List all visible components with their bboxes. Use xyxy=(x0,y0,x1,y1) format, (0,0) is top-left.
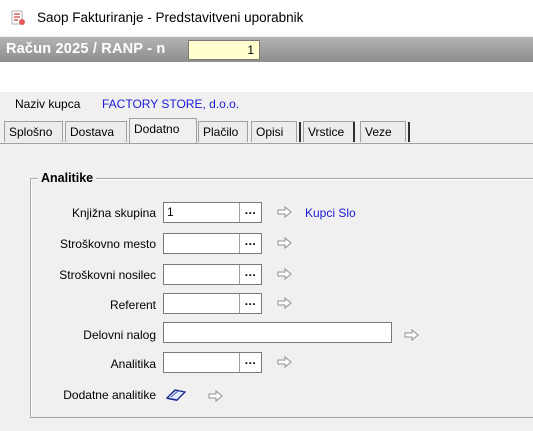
referent-browse-button[interactable]: ... xyxy=(239,294,261,313)
referent-input[interactable]: ... xyxy=(163,293,262,314)
field-label-analitika: Analitika xyxy=(110,357,156,371)
field-label-stroskovno-mesto: Stroškovno mesto xyxy=(59,237,156,251)
customer-label: Naziv kupca xyxy=(15,97,81,111)
field-label-dodatne-analitike: Dodatne analitike xyxy=(63,388,156,402)
hand-pointer-icon[interactable] xyxy=(403,326,421,344)
window-titlebar: Saop Fakturiranje - Predstavitveni upora… xyxy=(0,0,533,36)
tab-label: Vrstice xyxy=(308,125,345,139)
field-label-referent: Referent xyxy=(109,298,156,312)
delovni-nalog-input[interactable] xyxy=(163,322,392,343)
tab-label: Veze xyxy=(365,125,392,139)
document-header: Račun 2025 / RANP - n 1 xyxy=(0,37,533,62)
group-title: Analitike xyxy=(38,171,97,185)
tab-separator xyxy=(353,122,355,142)
tab-vrstice[interactable]: Vrstice xyxy=(303,121,355,142)
knjizna-skupina-value: 1 xyxy=(167,205,174,219)
tab-label: Splošno xyxy=(9,125,53,139)
analitika-browse-button[interactable]: ... xyxy=(239,353,261,372)
tab-label: Dostava xyxy=(70,125,115,139)
document-title: Račun 2025 / RANP - n xyxy=(6,41,166,57)
tab-opisi[interactable]: Opisi xyxy=(251,121,297,142)
tab-label: Plačilo xyxy=(203,125,239,139)
hand-pointer-icon[interactable] xyxy=(207,387,225,405)
hand-pointer-icon[interactable] xyxy=(276,294,294,312)
knjizna-skupina-input[interactable]: 1 ... xyxy=(163,202,262,223)
tab-dostava[interactable]: Dostava xyxy=(65,121,127,142)
field-label-delovni-nalog: Delovni nalog xyxy=(83,328,156,342)
document-number-field[interactable]: 1 xyxy=(188,40,260,60)
tab-veze[interactable]: Veze xyxy=(360,121,406,142)
field-label-knjizna-skupina: Knjižna skupina xyxy=(71,206,156,220)
tab-label: Dodatno xyxy=(134,122,180,136)
tab-separator xyxy=(299,122,301,142)
field-label-stroskovni-nosilec: Stroškovni nosilec xyxy=(59,268,156,282)
hand-pointer-icon[interactable] xyxy=(276,234,294,252)
tab-separator xyxy=(408,122,410,142)
tab-splosno[interactable]: Splošno xyxy=(4,121,63,142)
hand-pointer-icon[interactable] xyxy=(276,265,294,283)
tab-label: Opisi xyxy=(256,125,284,139)
window-title: Saop Fakturiranje - Predstavitveni upora… xyxy=(37,10,304,25)
hand-pointer-icon[interactable] xyxy=(276,353,294,371)
stroskovni-nosilec-browse-button[interactable]: ... xyxy=(239,265,261,284)
analitika-input[interactable]: ... xyxy=(163,352,262,373)
customer-name: FACTORY STORE, d.o.o. xyxy=(102,97,240,111)
hand-pointer-icon[interactable] xyxy=(276,203,294,221)
stroskovni-nosilec-input[interactable]: ... xyxy=(163,264,262,285)
tab-dodatno[interactable]: Dodatno xyxy=(129,118,197,143)
knjizna-skupina-browse-button[interactable]: ... xyxy=(239,203,261,222)
stroskovno-mesto-browse-button[interactable]: ... xyxy=(239,234,261,253)
knjizna-skupina-link[interactable]: Kupci Slo xyxy=(305,206,356,220)
header-spacer xyxy=(0,62,533,92)
book-icon[interactable] xyxy=(165,386,187,402)
tab-baseline xyxy=(0,143,533,144)
stroskovno-mesto-input[interactable]: ... xyxy=(163,233,262,254)
tab-placilo[interactable]: Plačilo xyxy=(198,121,248,142)
app-icon xyxy=(11,10,25,25)
